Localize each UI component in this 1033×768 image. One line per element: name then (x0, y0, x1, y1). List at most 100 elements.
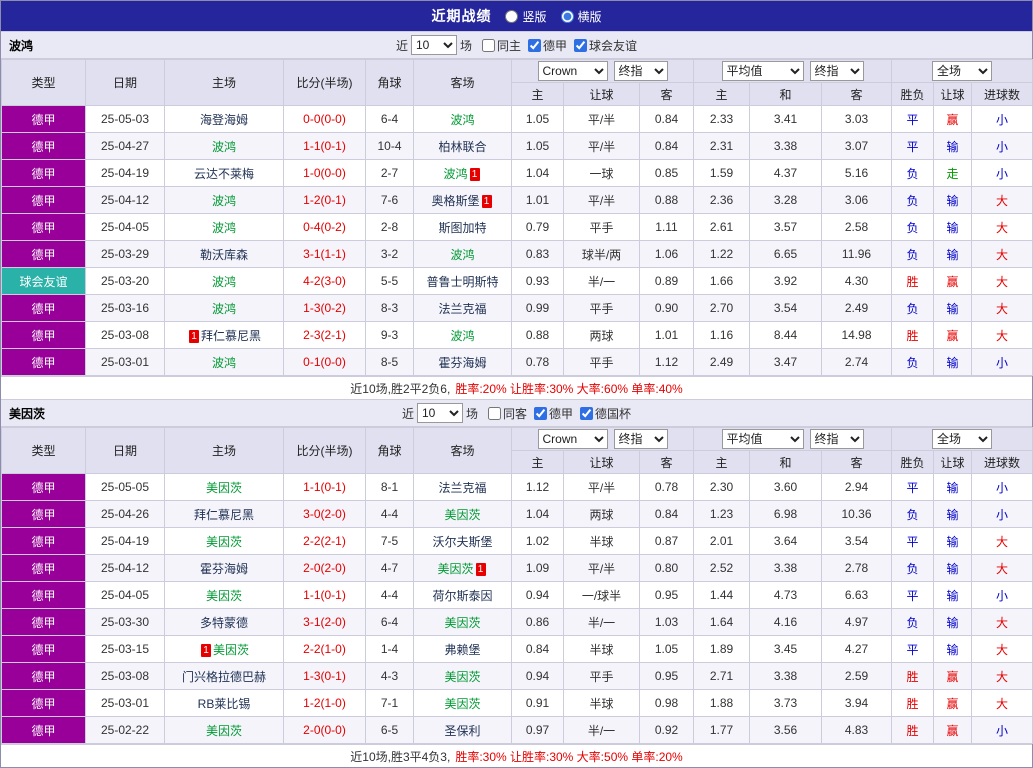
match-row: 德甲 25-04-05 波鸿 0-4(0-2) 2-8 斯图加特 0.79 平手 1.11 2.6… (1, 213, 1033, 241)
away-team-name[interactable]: 美因茨 (444, 697, 480, 711)
score-cell[interactable]: 1-1(0-1) (283, 132, 366, 160)
away-team-name[interactable]: 斯图加特 (438, 221, 486, 235)
home-team-name[interactable]: 波鸿 (212, 275, 236, 289)
odds-source-select[interactable]: Crown (537, 429, 608, 449)
score-cell[interactable]: 1-1(0-1) (283, 581, 366, 609)
odds-time-select[interactable]: 终指 (613, 61, 668, 81)
away-team-name[interactable]: 圣保利 (444, 724, 480, 738)
away-team-name[interactable]: 美因茨 (444, 670, 480, 684)
score-cell[interactable]: 1-2(0-1) (283, 186, 366, 214)
handicap-result-cell: 赢 (933, 662, 972, 690)
home-team-cell: 波鸿 (164, 132, 284, 160)
home-team-name[interactable]: 拜仁慕尼黑 (201, 329, 261, 343)
away-team-name[interactable]: 普鲁士明斯特 (426, 275, 498, 289)
home-team-name[interactable]: 多特蒙德 (200, 616, 248, 630)
score-cell[interactable]: 0-4(0-2) (283, 213, 366, 241)
home-team-name[interactable]: 波鸿 (212, 194, 236, 208)
avg-time-select[interactable]: 终指 (809, 61, 864, 81)
match-count-select[interactable]: 10 (416, 403, 463, 423)
score-cell[interactable]: 2-0(0-0) (283, 716, 366, 744)
home-team-name[interactable]: 美因茨 (206, 589, 242, 603)
scope-select[interactable]: 全场 (932, 429, 993, 449)
odds-time-select[interactable]: 终指 (613, 429, 668, 449)
match-row: 德甲 25-05-05 美因茨 1-1(0-1) 8-1 法兰克福 1.12 平/半 0.78 2… (1, 473, 1033, 501)
scope-select[interactable]: 全场 (932, 61, 993, 81)
filter-checkbox[interactable]: 球会友谊 (574, 37, 637, 54)
score-cell[interactable]: 0-1(0-0) (283, 348, 366, 376)
away-team-name[interactable]: 霍芬海姆 (438, 356, 486, 370)
filter-checkbox-input[interactable] (487, 406, 501, 420)
vertical-radio-input[interactable] (505, 9, 519, 23)
away-team-name[interactable]: 波鸿 (450, 113, 474, 127)
score-cell[interactable]: 4-2(3-0) (283, 267, 366, 295)
layout-radio-horizontal[interactable]: 横版 (560, 8, 602, 25)
red-card-badge: 1 (481, 194, 492, 208)
score-cell[interactable]: 0-0(0-0) (283, 105, 366, 133)
home-team-name[interactable]: 云达不莱梅 (194, 167, 254, 181)
away-team-name[interactable]: 荷尔斯泰因 (432, 589, 492, 603)
home-team-name[interactable]: 拜仁慕尼黑 (194, 508, 254, 522)
score-cell[interactable]: 1-2(1-0) (283, 689, 366, 717)
home-team-name[interactable]: 美因茨 (206, 724, 242, 738)
away-team-name[interactable]: 法兰克福 (438, 481, 486, 495)
away-team-name[interactable]: 奥格斯堡 (431, 194, 479, 208)
horizontal-radio-input[interactable] (560, 9, 574, 23)
odds-away-cell: 0.80 (639, 554, 694, 582)
score-cell[interactable]: 1-0(0-0) (283, 159, 366, 187)
home-team-name[interactable]: 波鸿 (212, 221, 236, 235)
avg-away-cell: 2.94 (821, 473, 892, 501)
away-team-name[interactable]: 美因茨 (444, 508, 480, 522)
odds-source-select[interactable]: Crown (537, 61, 608, 81)
home-team-name[interactable]: 波鸿 (212, 140, 236, 154)
avg-odds-select[interactable]: 平均值 (721, 61, 804, 81)
away-team-name[interactable]: 波鸿 (443, 167, 467, 181)
layout-radio-vertical[interactable]: 竖版 (505, 8, 547, 25)
score-cell[interactable]: 1-1(0-1) (283, 473, 366, 501)
filter-checkbox-input[interactable] (534, 406, 547, 420)
away-team-name[interactable]: 柏林联合 (438, 140, 486, 154)
avg-time-select[interactable]: 终指 (809, 429, 864, 449)
odds-away-cell: 0.84 (639, 132, 694, 160)
away-team-name[interactable]: 沃尔夫斯堡 (432, 535, 492, 549)
home-team-name[interactable]: 海登海姆 (200, 113, 248, 127)
filter-checkbox[interactable]: 德甲 (528, 37, 567, 54)
score-cell[interactable]: 2-0(2-0) (283, 554, 366, 582)
home-team-name[interactable]: 美因茨 (206, 481, 242, 495)
score-cell[interactable]: 2-2(2-1) (283, 527, 366, 555)
home-team-name[interactable]: 波鸿 (212, 302, 236, 316)
filter-checkbox-input[interactable] (574, 38, 588, 52)
match-date: 25-03-01 (85, 348, 165, 376)
handicap-result-cell: 赢 (933, 716, 972, 744)
home-team-name[interactable]: 勒沃库森 (200, 248, 248, 262)
away-team-name[interactable]: 美因茨 (437, 562, 473, 576)
filter-checkbox-input[interactable] (528, 38, 541, 52)
avg-away-cell: 4.27 (821, 635, 892, 663)
away-team-name[interactable]: 美因茨 (444, 616, 480, 630)
score-cell[interactable]: 1-3(0-2) (283, 294, 366, 322)
away-team-name[interactable]: 法兰克福 (438, 302, 486, 316)
score-cell[interactable]: 3-0(2-0) (283, 500, 366, 528)
home-team-name[interactable]: 美因茨 (213, 643, 249, 657)
score-cell[interactable]: 2-3(2-1) (283, 321, 366, 349)
home-team-name[interactable]: 霍芬海姆 (200, 562, 248, 576)
avg-odds-select[interactable]: 平均值 (721, 429, 804, 449)
score-cell[interactable]: 3-1(1-1) (283, 240, 366, 268)
score-cell[interactable]: 3-1(2-0) (283, 608, 366, 636)
filter-checkbox-input[interactable] (481, 38, 495, 52)
home-team-name[interactable]: RB莱比锡 (198, 697, 251, 711)
home-team-name[interactable]: 美因茨 (206, 535, 242, 549)
filter-checkbox[interactable]: 德国杯 (580, 405, 631, 422)
away-team-name[interactable]: 弗赖堡 (444, 643, 480, 657)
filter-checkbox[interactable]: 同客 (487, 405, 527, 422)
score-cell[interactable]: 1-3(0-1) (283, 662, 366, 690)
filter-checkbox[interactable]: 德甲 (534, 405, 573, 422)
home-team-name[interactable]: 波鸿 (212, 356, 236, 370)
filter-checkbox-input[interactable] (580, 406, 594, 420)
odds-home-cell: 0.93 (511, 267, 564, 295)
filter-checkbox[interactable]: 同主 (481, 37, 521, 54)
away-team-name[interactable]: 波鸿 (450, 248, 474, 262)
away-team-name[interactable]: 波鸿 (450, 329, 474, 343)
home-team-name[interactable]: 门兴格拉德巴赫 (182, 670, 266, 684)
score-cell[interactable]: 2-2(1-0) (283, 635, 366, 663)
match-count-select[interactable]: 10 (410, 35, 457, 55)
